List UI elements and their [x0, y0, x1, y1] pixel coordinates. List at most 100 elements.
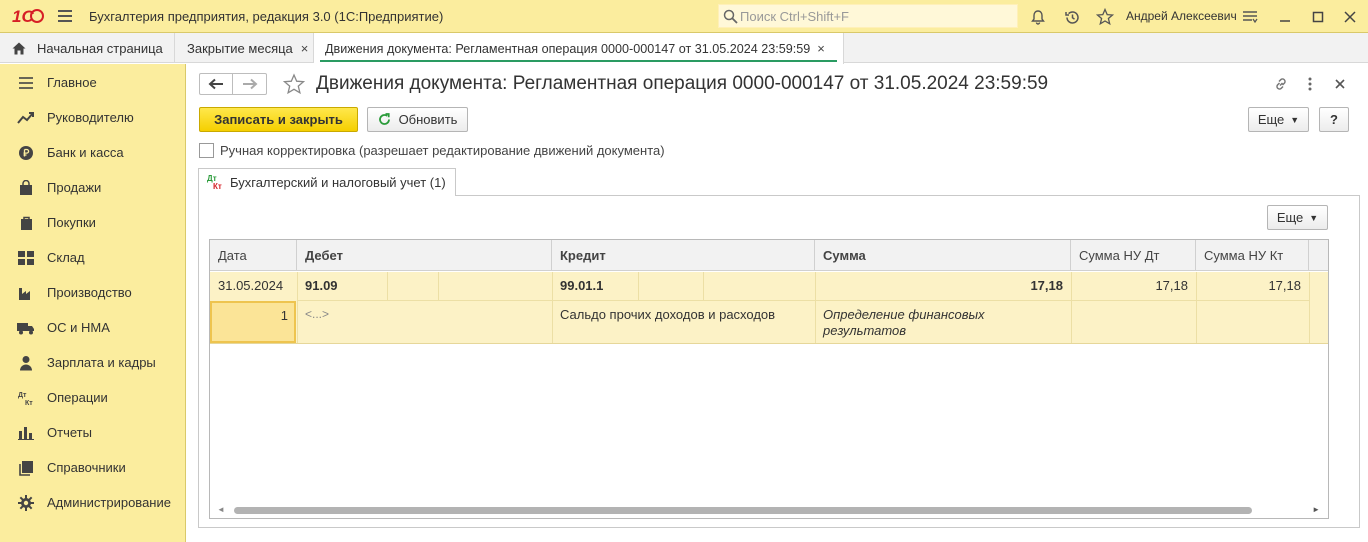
column-header-date[interactable]: Дата — [210, 240, 297, 271]
sidebar-item-label: Зарплата и кадры — [47, 355, 156, 370]
tab-accounting-register-label: Бухгалтерский и налоговый учет (1) — [230, 175, 446, 190]
warehouse-grid-icon — [17, 249, 35, 267]
tab-home[interactable]: Начальная страница — [0, 33, 175, 63]
truck-icon — [17, 319, 35, 337]
app-title: Бухгалтерия предприятия, редакция 3.0 (1… — [89, 8, 444, 24]
document-movements-form: Движения документа: Регламентная операци… — [187, 64, 1368, 542]
search-input[interactable] — [740, 8, 1010, 24]
ruble-coin-icon — [17, 144, 35, 162]
column-header-nu-dt[interactable]: Сумма НУ Дт — [1071, 240, 1196, 271]
open-windows-bar: Начальная страница Закрытие месяца × Дви… — [0, 33, 1368, 64]
column-header-credit[interactable]: Кредит — [552, 240, 815, 271]
gear-icon — [17, 494, 35, 512]
sidebar-item-warehouse[interactable]: Склад — [0, 240, 186, 275]
table-row[interactable]: 31.05.2024 91.09 99.01.1 17,18 17,18 17,… — [210, 272, 1328, 344]
tab-accounting-register[interactable]: Дт Кт Бухгалтерский и налоговый учет (1) — [198, 168, 456, 196]
sidebar-item-main[interactable]: Главное — [0, 65, 186, 100]
column-header-amount[interactable]: Сумма — [815, 240, 1071, 271]
menu-lines-icon — [17, 74, 35, 92]
cell-debit-account: 91.09 — [305, 278, 338, 293]
sidebar-item-purchases[interactable]: Покупки — [0, 205, 186, 240]
scroll-left-arrow-icon[interactable]: ◄ — [217, 505, 225, 514]
dt-kt-icon: Дт Кт — [17, 389, 35, 407]
settings-icon[interactable] — [1240, 7, 1260, 27]
svg-text:Дт: Дт — [18, 392, 27, 399]
more-vertical-icon[interactable] — [1301, 75, 1319, 93]
close-tab-icon[interactable]: × — [817, 41, 825, 56]
dropdown-arrow-icon: ▼ — [1290, 114, 1300, 125]
column-header-nu-kt[interactable]: Сумма НУ Кт — [1196, 240, 1309, 271]
cell-nu-kt: 17,18 — [1268, 278, 1301, 293]
history-icon[interactable] — [1062, 7, 1082, 27]
tab-document-movements[interactable]: Движения документа: Регламентная операци… — [314, 33, 844, 64]
tab-month-closing-label: Закрытие месяца — [187, 40, 293, 56]
sidebar-item-production[interactable]: Производство — [0, 275, 186, 310]
maximize-icon[interactable] — [1308, 7, 1328, 27]
cell-line-number: 1 — [280, 308, 288, 323]
sidebar-item-salary[interactable]: Зарплата и кадры — [0, 345, 186, 380]
forward-button[interactable] — [233, 73, 267, 95]
movements-table[interactable]: Дата Дебет Кредит Сумма Сумма НУ Дт Сумм… — [209, 239, 1329, 519]
more-label: Еще — [1257, 112, 1285, 127]
cell-amount: 17,18 — [1030, 278, 1063, 293]
sidebar-item-label: Продажи — [47, 180, 102, 195]
help-button[interactable]: ? — [1319, 107, 1349, 132]
scroll-right-arrow-icon[interactable]: ► — [1312, 505, 1320, 514]
link-icon[interactable] — [1272, 75, 1290, 93]
cell-credit-account: 99.01.1 — [560, 278, 604, 293]
scrollbar-thumb[interactable] — [234, 507, 1252, 514]
sidebar-item-label: Руководителю — [47, 110, 134, 125]
sections-sidebar: Главное Руководителю Банк и касса Продаж… — [0, 64, 186, 542]
refresh-label: Обновить — [398, 112, 458, 127]
1c-logo-icon: 1C — [12, 6, 44, 26]
sidebar-item-label: ОС и НМА — [47, 320, 110, 335]
svg-text:Кт: Кт — [25, 400, 33, 407]
sidebar-item-label: Банк и касса — [47, 145, 124, 160]
star-icon[interactable] — [1095, 7, 1115, 27]
arrow-right-icon — [242, 78, 257, 90]
sidebar-item-label: Производство — [47, 285, 132, 300]
minimize-icon[interactable] — [1275, 7, 1295, 27]
close-window-icon[interactable] — [1340, 7, 1360, 27]
cart-icon — [17, 214, 35, 232]
sidebar-item-administration[interactable]: Администрирование — [0, 485, 186, 520]
manual-edit-checkbox[interactable] — [199, 143, 214, 158]
cell-nu-dt: 17,18 — [1155, 278, 1188, 293]
trend-icon — [17, 109, 35, 127]
refresh-button[interactable]: Обновить — [367, 107, 468, 132]
sidebar-item-manager[interactable]: Руководителю — [0, 100, 186, 135]
dropdown-arrow-icon: ▼ — [1309, 212, 1319, 223]
app-title-bar: 1C Бухгалтерия предприятия, редакция 3.0… — [0, 0, 1368, 33]
shopping-bag-icon — [17, 179, 35, 197]
table-header: Дата Дебет Кредит Сумма Сумма НУ Дт Сумм… — [210, 240, 1328, 271]
sidebar-item-fixed-assets[interactable]: ОС и НМА — [0, 310, 186, 345]
close-tab-icon[interactable]: × — [301, 41, 309, 56]
sidebar-item-label: Отчеты — [47, 425, 92, 440]
tab-month-closing[interactable]: Закрытие месяца × — [175, 33, 314, 63]
save-and-close-button[interactable]: Записать и закрыть — [199, 107, 358, 132]
global-search[interactable] — [718, 4, 1018, 28]
page-title: Движения документа: Регламентная операци… — [316, 73, 1049, 94]
sidebar-item-bank[interactable]: Банк и касса — [0, 135, 186, 170]
sidebar-item-operations[interactable]: Дт Кт Операции — [0, 380, 186, 415]
sidebar-item-label: Справочники — [47, 460, 126, 475]
user-name[interactable]: Андрей Алексеевич — [1126, 9, 1237, 23]
more-actions-button[interactable]: Еще ▼ — [1248, 107, 1309, 132]
table-more-button[interactable]: Еще ▼ — [1267, 205, 1328, 230]
books-icon — [17, 459, 35, 477]
horizontal-scrollbar[interactable]: ◄ ► — [210, 502, 1328, 518]
sidebar-item-reports[interactable]: Отчеты — [0, 415, 186, 450]
hamburger-icon[interactable] — [58, 10, 72, 22]
favorite-star-icon[interactable] — [283, 73, 305, 95]
cell-amount-content: Определение финансовых результатов — [823, 307, 985, 338]
back-button[interactable] — [199, 73, 233, 95]
close-form-icon[interactable] — [1331, 75, 1349, 93]
selected-cell[interactable]: 1 — [210, 301, 296, 343]
column-header-debit[interactable]: Дебет — [297, 240, 552, 271]
sidebar-item-label: Администрирование — [47, 495, 171, 510]
sidebar-item-catalogs[interactable]: Справочники — [0, 450, 186, 485]
refresh-icon — [378, 113, 391, 126]
person-icon — [17, 354, 35, 372]
sidebar-item-sales[interactable]: Продажи — [0, 170, 186, 205]
bell-icon[interactable] — [1028, 7, 1048, 27]
